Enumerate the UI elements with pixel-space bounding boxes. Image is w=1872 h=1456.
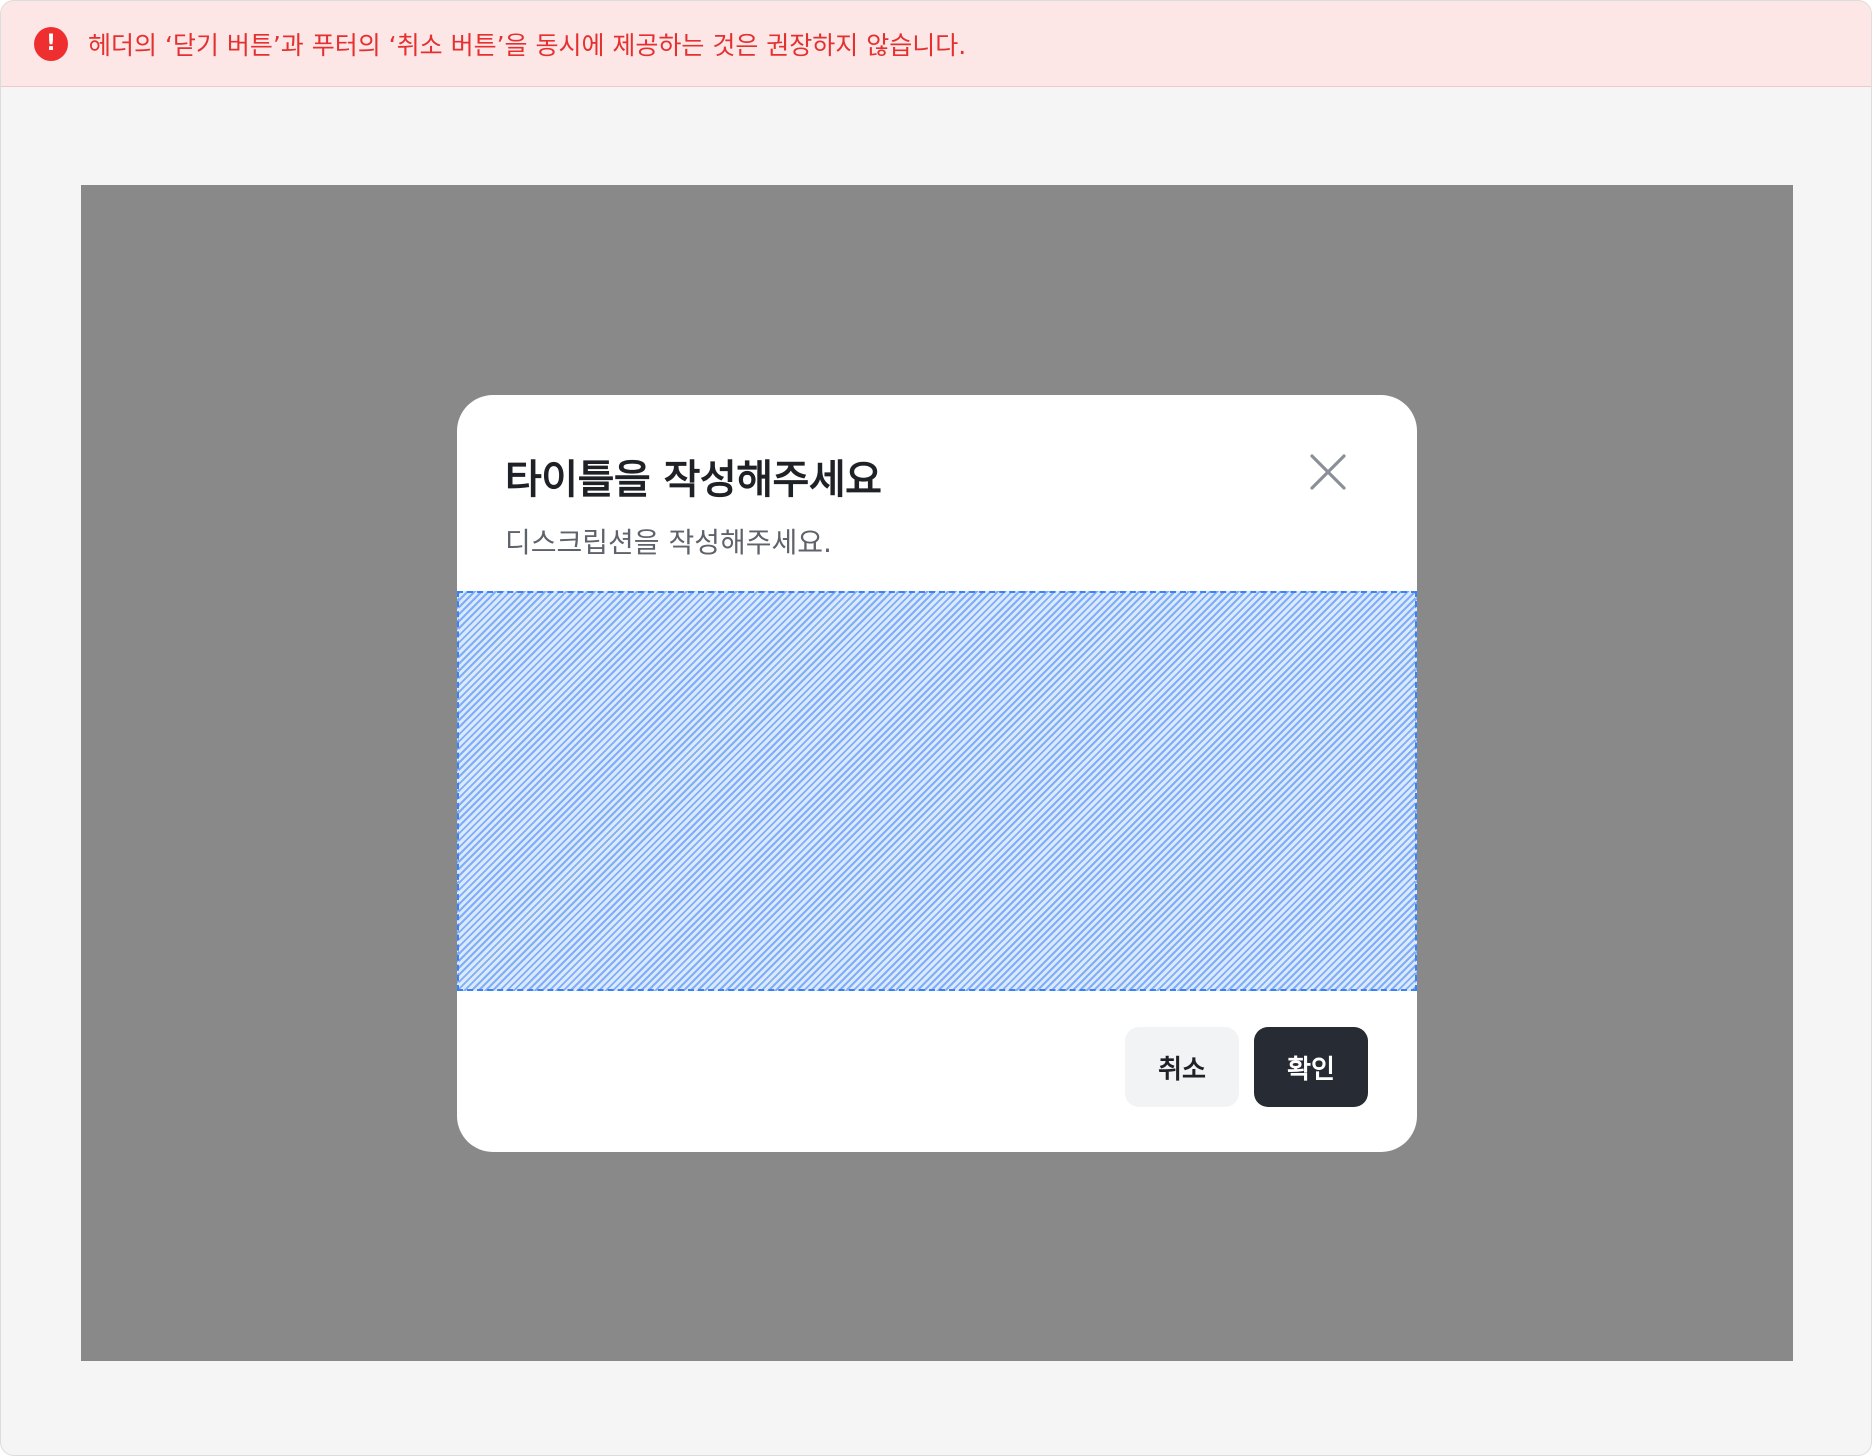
close-button[interactable] bbox=[1303, 447, 1353, 497]
dim-overlay: 타이틀을 작성해주세요 디스크립션을 작성해주세요. 취소 확인 bbox=[81, 185, 1793, 1361]
modal-title: 타이틀을 작성해주세요 bbox=[505, 457, 882, 503]
modal-dialog: 타이틀을 작성해주세요 디스크립션을 작성해주세요. 취소 확인 bbox=[457, 395, 1417, 1152]
preview-frame: ! 헤더의 ‘닫기 버튼’과 푸터의 ‘취소 버튼’을 동시에 제공하는 것은 … bbox=[0, 0, 1872, 1456]
content-slot-placeholder bbox=[457, 591, 1417, 991]
modal-description: 디스크립션을 작성해주세요. bbox=[505, 526, 832, 559]
close-icon bbox=[1310, 454, 1346, 490]
confirm-button[interactable]: 확인 bbox=[1254, 1027, 1368, 1107]
warning-message: 헤더의 ‘닫기 버튼’과 푸터의 ‘취소 버튼’을 동시에 제공하는 것은 권장… bbox=[88, 30, 967, 60]
warning-banner: ! 헤더의 ‘닫기 버튼’과 푸터의 ‘취소 버튼’을 동시에 제공하는 것은 … bbox=[1, 1, 1871, 87]
cancel-button[interactable]: 취소 bbox=[1125, 1027, 1239, 1107]
exclamation-icon: ! bbox=[34, 26, 68, 61]
